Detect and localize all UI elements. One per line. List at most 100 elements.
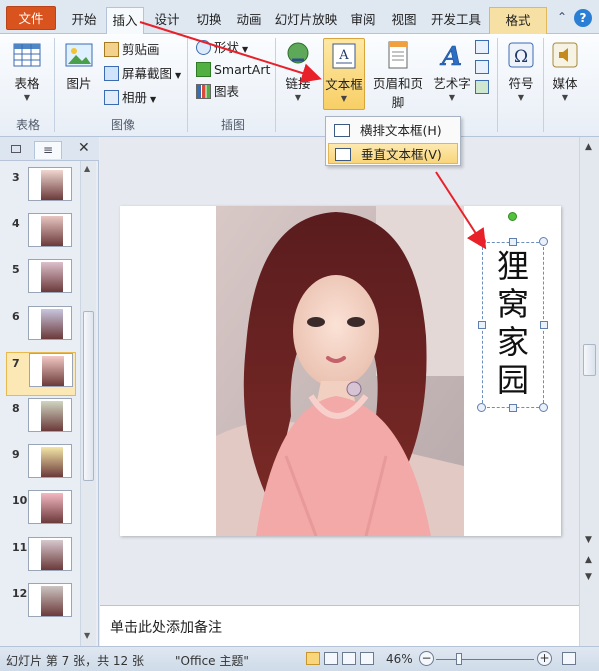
smartart-button[interactable]: SmartArt — [196, 60, 270, 80]
clipart-button[interactable]: 剪贴画 — [104, 40, 160, 60]
slide-number-icon[interactable] — [475, 60, 489, 74]
portrait-photo[interactable] — [216, 206, 464, 536]
slide-thumbnail[interactable]: 5 — [0, 259, 80, 303]
slide-thumbnail-image[interactable] — [28, 398, 72, 432]
scroll-down-icon[interactable]: ▼ — [585, 535, 592, 545]
scroll-down-icon[interactable]: ▼ — [84, 631, 90, 640]
slide-counter: 幻灯片 第 7 张，共 12 张 — [6, 654, 144, 668]
chevron-down-icon: ▼ — [448, 93, 456, 102]
shapes-button[interactable]: 形状 ▼ — [196, 38, 248, 58]
table-button[interactable]: 表格 ▼ — [6, 38, 48, 110]
slide-thumbnail[interactable]: 8 — [0, 398, 80, 442]
chart-button[interactable]: 图表 — [196, 82, 239, 102]
slide-thumbnail[interactable]: 10 — [0, 490, 80, 534]
tab-insert[interactable]: 插入 — [106, 7, 144, 35]
wordart-button[interactable]: A 艺术字 ▼ — [432, 38, 472, 110]
slide-thumbnail-image[interactable] — [28, 259, 72, 294]
slideshow-view-icon[interactable] — [360, 652, 374, 665]
resize-handle[interactable] — [477, 237, 486, 246]
tab-animations[interactable]: 动画 — [230, 7, 268, 34]
tab-home[interactable]: 开始 — [64, 7, 104, 34]
outline-view-tab[interactable]: ≡ — [34, 141, 62, 159]
slide-thumbnail-image[interactable] — [28, 305, 72, 340]
tab-view[interactable]: 视图 — [385, 7, 423, 34]
menu-tab-bar: 文件 开始 插入 设计 切换 动画 幻灯片放映 审阅 视图 开发工具 格式 ⌃ … — [0, 0, 599, 35]
slide-thumbnail[interactable]: 12 — [0, 582, 80, 627]
clipart-label: 剪贴画 — [122, 42, 160, 57]
minimize-ribbon-icon[interactable]: ⌃ — [557, 10, 567, 24]
tab-review[interactable]: 审阅 — [344, 7, 382, 34]
resize-handle[interactable] — [509, 238, 517, 246]
symbol-button[interactable]: Ω 符号 ▼ — [503, 38, 539, 110]
editor-scrollbar[interactable]: ▲ ▼ ▲ ▼ — [579, 137, 599, 605]
resize-handle[interactable] — [477, 403, 486, 412]
slide-thumbnail-image[interactable] — [28, 213, 72, 248]
vertical-textbox[interactable]: 狸窝家园 — [482, 242, 544, 408]
scroll-thumb[interactable] — [83, 311, 94, 481]
slide-thumbnail[interactable]: 4 — [0, 213, 80, 257]
slide-number: 12 — [12, 586, 28, 600]
resize-handle[interactable] — [509, 404, 517, 412]
slide-thumbnail[interactable]: 7 — [6, 351, 76, 396]
tab-design[interactable]: 设计 — [148, 7, 186, 34]
zoom-percent[interactable]: 46% — [386, 652, 413, 666]
resize-handle[interactable] — [539, 237, 548, 246]
svg-text:A: A — [439, 42, 462, 70]
picture-button[interactable]: 图片 — [60, 38, 98, 110]
notes-scrollbar[interactable] — [579, 605, 599, 646]
link-button[interactable]: 链接 ▼ — [281, 38, 315, 110]
slide-thumbnail[interactable]: 6 — [0, 305, 80, 350]
album-button[interactable]: 相册 ▼ — [104, 88, 156, 108]
horizontal-textbox-item[interactable]: 横排文本框(H) — [328, 120, 458, 141]
zoom-out-icon[interactable]: − — [419, 651, 434, 666]
zoom-in-icon[interactable]: + — [537, 651, 552, 666]
vertical-text[interactable]: 狸窝家园 — [483, 247, 543, 399]
previous-slide-icon[interactable]: ▲ — [585, 555, 592, 565]
notes-placeholder[interactable]: 单击此处添加备注 — [110, 617, 222, 637]
tab-format[interactable]: 格式 — [489, 7, 547, 34]
slide-thumbnail-image[interactable] — [28, 582, 72, 617]
horizontal-textbox-icon — [334, 124, 350, 137]
tab-file[interactable]: 文件 — [6, 6, 56, 30]
slide-sorter-icon[interactable] — [324, 652, 338, 665]
zoom-slider-knob[interactable] — [455, 653, 462, 665]
panel-scrollbar[interactable]: ▲ ▼ — [80, 161, 96, 646]
slide-thumbnail-image[interactable] — [28, 490, 72, 525]
slide-thumbnail[interactable]: 3 — [0, 167, 80, 211]
scroll-up-icon[interactable]: ▲ — [585, 142, 592, 152]
slide-thumbnail[interactable]: 9 — [0, 444, 80, 488]
slide-thumbnail-image[interactable] — [28, 167, 72, 201]
tab-developer[interactable]: 开发工具 — [426, 7, 486, 34]
vertical-textbox-item[interactable]: 垂直文本框(V) — [328, 143, 458, 164]
screenshot-button[interactable]: 屏幕截图 ▼ — [104, 64, 181, 84]
slide-thumbnail-image[interactable] — [28, 536, 72, 571]
picture-label: 图片 — [66, 76, 92, 91]
close-icon[interactable]: ✕ — [78, 140, 90, 156]
scroll-thumb[interactable] — [583, 344, 596, 376]
resize-handle[interactable] — [478, 321, 486, 329]
slide-thumbnail-image[interactable] — [29, 352, 73, 387]
zoom-slider[interactable] — [436, 659, 534, 660]
fit-to-window-icon[interactable] — [562, 652, 576, 665]
media-button[interactable]: 媒体 ▼ — [547, 38, 583, 110]
header-footer-button[interactable]: 页眉和页脚 — [368, 38, 428, 110]
next-slide-icon[interactable]: ▼ — [585, 572, 592, 582]
svg-text:Ω: Ω — [514, 47, 528, 67]
rotation-handle[interactable] — [508, 212, 517, 221]
tab-slideshow[interactable]: 幻灯片放映 — [271, 7, 341, 34]
slide-thumbnail[interactable]: 11 — [0, 536, 80, 581]
tab-transitions[interactable]: 切换 — [190, 7, 228, 34]
help-icon[interactable]: ? — [574, 9, 592, 27]
current-slide[interactable]: 狸窝家园 — [120, 206, 561, 536]
reading-view-icon[interactable] — [342, 652, 356, 665]
normal-view-icon[interactable] — [306, 652, 320, 665]
textbox-button[interactable]: A 文本框 ▼ — [323, 38, 365, 110]
resize-handle[interactable] — [539, 403, 548, 412]
scroll-up-icon[interactable]: ▲ — [84, 164, 90, 173]
date-time-icon[interactable] — [475, 40, 489, 54]
slides-view-tab[interactable] — [2, 141, 30, 159]
notes-pane[interactable]: 单击此处添加备注 — [100, 605, 579, 646]
object-icon[interactable] — [475, 80, 489, 94]
slide-thumbnail-image[interactable] — [28, 444, 72, 479]
resize-handle[interactable] — [540, 321, 548, 329]
